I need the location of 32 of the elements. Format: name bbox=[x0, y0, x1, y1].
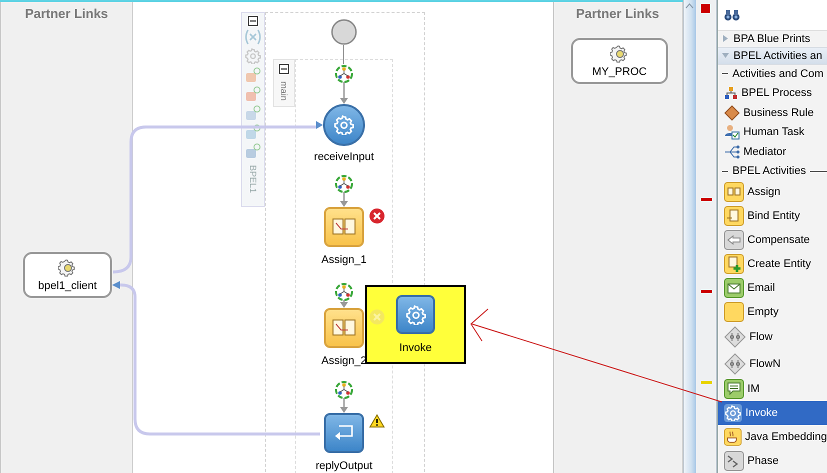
activity-label: Assign_1 bbox=[321, 254, 367, 266]
palette-item[interactable]: Create Entity bbox=[718, 252, 827, 276]
scope-label: BPEL1 bbox=[248, 164, 258, 194]
palette-item[interactable]: Empty bbox=[718, 300, 827, 324]
palette-item[interactable]: Bind Entity bbox=[718, 204, 827, 228]
palette-group[interactable]: BPEL Activities an bbox=[718, 48, 827, 65]
section-heading: BPEL Activities bbox=[732, 165, 806, 178]
palette-item[interactable]: IM bbox=[718, 377, 827, 402]
panel-title: Partner Links bbox=[576, 6, 660, 21]
section-heading: Activities and Com bbox=[732, 68, 824, 80]
activity-label: Assign_2 bbox=[321, 355, 367, 367]
palette-item[interactable]: Invoke bbox=[718, 401, 827, 426]
palette-item[interactable]: Email bbox=[718, 276, 827, 300]
palette-item[interactable]: Compensate bbox=[718, 228, 827, 252]
palette-item[interactable]: Phase bbox=[718, 449, 827, 473]
panel-title: Partner Links bbox=[24, 6, 108, 21]
palette-item[interactable]: Assign bbox=[718, 180, 827, 204]
activity-label: replyOutput bbox=[316, 460, 372, 472]
palette-item[interactable]: Java Embedding bbox=[718, 425, 827, 450]
palette-item[interactable]: BPEL Process bbox=[718, 82, 827, 103]
activity-label: receiveInput bbox=[314, 151, 374, 163]
palette-item[interactable]: Business Rule bbox=[718, 102, 827, 123]
partner-link-node[interactable]: bpel1_client bbox=[23, 252, 112, 298]
partner-link-name: bpel1_client bbox=[38, 280, 97, 292]
palette-item[interactable]: Flow bbox=[718, 324, 827, 351]
sequence-label: main bbox=[279, 81, 289, 101]
partner-link-node[interactable]: MY_PROC bbox=[571, 38, 668, 84]
palette-item[interactable]: Mediator bbox=[718, 142, 827, 162]
activity-label: Invoke bbox=[399, 342, 432, 354]
partner-link-name: MY_PROC bbox=[592, 66, 647, 78]
palette-item[interactable]: FlowN bbox=[718, 350, 827, 378]
palette-item[interactable]: Human Task bbox=[718, 122, 827, 142]
